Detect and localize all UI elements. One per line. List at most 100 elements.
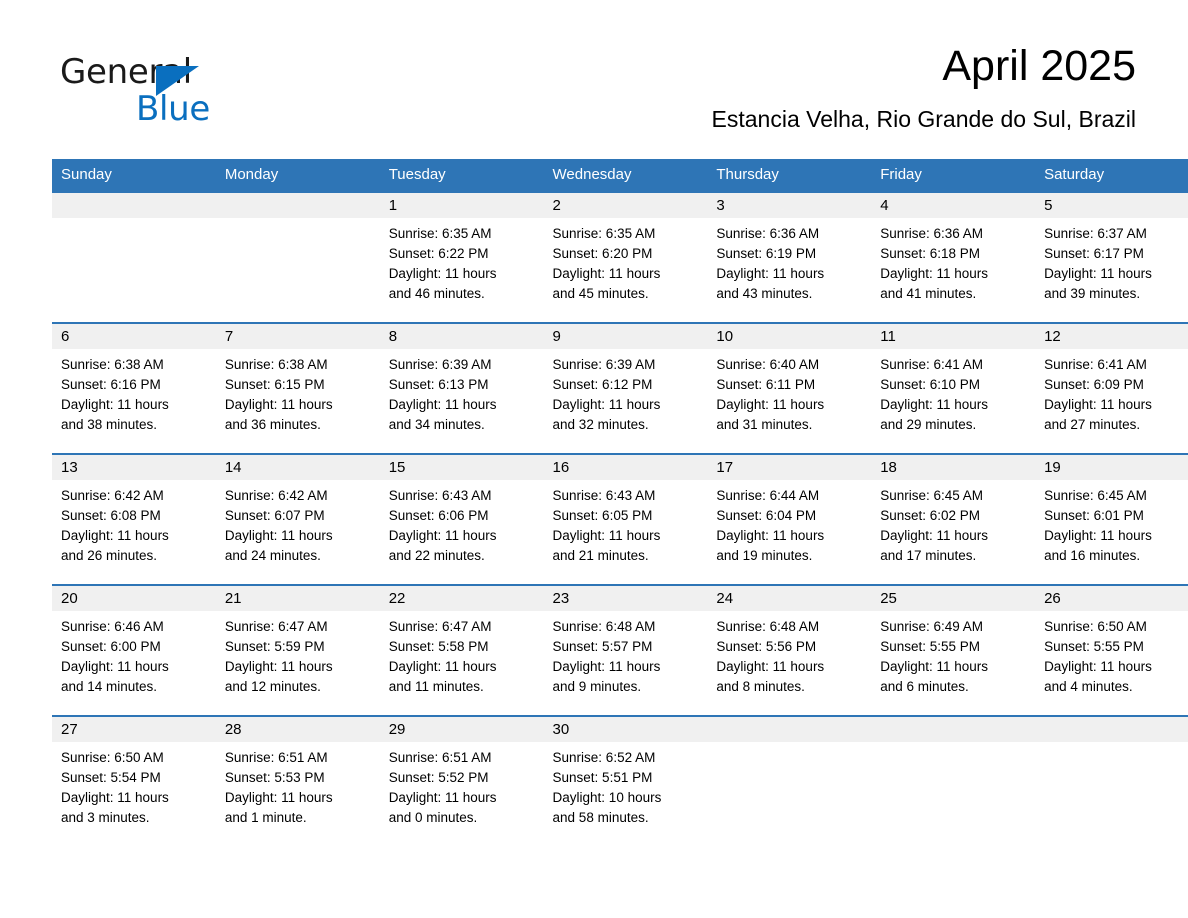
sun-times-line: and 21 minutes. [552,548,649,563]
sun-times-line: and 46 minutes. [388,286,485,301]
day-number-cell[interactable]: 28 [215,716,380,742]
day-number-cell[interactable]: 3 [707,192,872,218]
day-number-cell[interactable]: 4 [871,192,1036,218]
day-number-cell[interactable]: 9 [543,323,708,349]
day-number-cell[interactable]: 21 [215,585,380,611]
day-detail-cell[interactable]: Sunrise: 6:51 AM Sunset: 5:52 PM Daylight:… [379,742,544,846]
day-detail-cell[interactable]: Sunrise: 6:51 AM Sunset: 5:53 PM Daylight:… [215,742,380,846]
sun-times-line: Sunset: 6:01 PM [1044,508,1144,523]
sun-times-line: Daylight: 11 hours [880,397,989,412]
sun-times-line: and 31 minutes. [716,417,813,432]
day-number-cell[interactable]: 24 [707,585,872,611]
day-number-cell[interactable]: 6 [52,323,216,349]
day-number-cell[interactable]: 11 [871,323,1036,349]
day-detail-cell[interactable]: Sunrise: 6:42 AM Sunset: 6:08 PM Daylight:… [52,480,216,585]
day-number-cell[interactable]: 8 [379,323,544,349]
sun-times-line: Daylight: 11 hours [716,397,825,412]
day-number-cell[interactable]: 23 [543,585,708,611]
day-detail-cell[interactable]: Sunrise: 6:41 AM Sunset: 6:09 PM Daylight:… [1035,349,1188,454]
day-number-cell[interactable]: 17 [707,454,872,480]
day-detail-cell[interactable]: Sunrise: 6:48 AM Sunset: 5:56 PM Daylight:… [707,611,872,716]
sun-times-line: Daylight: 11 hours [1044,528,1152,543]
day-number-cell[interactable]: 26 [1035,585,1188,611]
sun-times-block: Sunrise: 6:35 AM Sunset: 6:20 PM Daylight:… [544,218,708,322]
day-detail-cell[interactable]: Sunrise: 6:39 AM Sunset: 6:12 PM Daylight:… [543,349,708,454]
page-subtitle: Estancia Velha, Rio Grande do Sul, Brazi… [711,106,1136,132]
day-number-cell[interactable]: 22 [379,585,544,611]
day-number: 29 [388,721,406,738]
day-detail-cell[interactable]: Sunrise: 6:47 AM Sunset: 5:59 PM Daylight:… [215,611,380,716]
weekday-header-tuesday: Tuesday [379,159,544,192]
day-detail-cell[interactable]: Sunrise: 6:45 AM Sunset: 6:02 PM Daylight:… [871,480,1036,585]
day-detail-cell[interactable]: Sunrise: 6:45 AM Sunset: 6:01 PM Daylight:… [1035,480,1188,585]
day-number: 15 [388,459,406,476]
day-number: 16 [552,459,570,476]
calendar-table: Sunday Monday Tuesday Wednesday Thursday Frid… [52,159,1188,846]
sun-times-line: Sunset: 5:57 PM [552,639,653,654]
day-number: 11 [880,328,896,345]
day-number: 9 [552,328,561,345]
weekday-header-monday: Monday [215,159,380,192]
day-detail-cell[interactable]: Sunrise: 6:43 AM Sunset: 6:06 PM Daylight:… [379,480,544,585]
day-number: 8 [388,328,398,345]
day-detail-cell[interactable]: Sunrise: 6:48 AM Sunset: 5:57 PM Daylight:… [543,611,708,716]
day-detail-cell[interactable]: Sunrise: 6:36 AM Sunset: 6:18 PM Daylight:… [871,218,1036,323]
day-number-cell[interactable]: 25 [871,585,1036,611]
day-number: 28 [224,721,242,738]
sun-times-line: Sunrise: 6:51 AM [388,750,492,765]
day-detail-cell[interactable]: Sunrise: 6:44 AM Sunset: 6:04 PM Daylight:… [707,480,872,585]
sun-times-line: Sunrise: 6:35 AM [388,226,492,241]
day-number-cell[interactable]: 29 [379,716,544,742]
day-number-cell[interactable]: 7 [215,323,380,349]
day-detail-cell[interactable]: Sunrise: 6:52 AM Sunset: 5:51 PM Daylight:… [543,742,708,846]
sun-times-line: and 58 minutes. [552,810,649,825]
day-detail-cell[interactable]: Sunrise: 6:43 AM Sunset: 6:05 PM Daylight:… [543,480,708,585]
day-detail-cell[interactable]: Sunrise: 6:47 AM Sunset: 5:58 PM Daylight:… [379,611,544,716]
day-number: 26 [1044,590,1061,607]
day-detail-cell[interactable]: Sunrise: 6:40 AM Sunset: 6:11 PM Daylight:… [707,349,872,454]
sun-times-line: Sunrise: 6:44 AM [716,488,820,503]
day-detail-cell[interactable]: Sunrise: 6:36 AM Sunset: 6:19 PM Daylight:… [707,218,872,323]
day-detail-cell[interactable]: Sunrise: 6:35 AM Sunset: 6:22 PM Daylight:… [379,218,544,323]
day-number-cell[interactable]: 1 [379,192,544,218]
day-detail-cell[interactable]: Sunrise: 6:35 AM Sunset: 6:20 PM Daylight:… [543,218,708,323]
sun-times-line: and 27 minutes. [1044,417,1141,432]
day-number-cell[interactable]: 5 [1035,192,1188,218]
day-detail-cell[interactable]: Sunrise: 6:46 AM Sunset: 6:00 PM Daylight:… [52,611,216,716]
day-number-cell[interactable]: 16 [543,454,708,480]
day-number-cell[interactable]: 10 [707,323,872,349]
day-detail-cell[interactable]: Sunrise: 6:50 AM Sunset: 5:54 PM Daylight:… [52,742,216,846]
day-number-cell[interactable]: 27 [52,716,216,742]
sun-times-line: and 26 minutes. [61,548,158,563]
day-number-cell[interactable]: 19 [1035,454,1188,480]
sun-times-block: Sunrise: 6:42 AM Sunset: 6:07 PM Daylight:… [216,480,380,584]
general-blue-logo[interactable]: General Blue [60,52,260,132]
day-detail-cell[interactable]: Sunrise: 6:38 AM Sunset: 6:15 PM Daylight:… [215,349,380,454]
sun-times-line: and 39 minutes. [1044,286,1141,301]
day-number-cell[interactable]: 15 [379,454,544,480]
empty-block [216,218,380,322]
sun-times-line: and 24 minutes. [224,548,321,563]
day-detail-cell[interactable]: Sunrise: 6:38 AM Sunset: 6:16 PM Daylight:… [52,349,216,454]
sun-times-line: Sunset: 6:07 PM [224,508,325,523]
day-detail-cell[interactable]: Sunrise: 6:50 AM Sunset: 5:55 PM Daylight:… [1035,611,1188,716]
empty-block [52,218,216,322]
day-number-cell[interactable]: 18 [871,454,1036,480]
day-detail-cell[interactable]: Sunrise: 6:39 AM Sunset: 6:13 PM Daylight:… [379,349,544,454]
day-detail-cell[interactable]: Sunrise: 6:42 AM Sunset: 6:07 PM Daylight:… [215,480,380,585]
sun-times-block: Sunrise: 6:35 AM Sunset: 6:22 PM Daylight:… [380,218,544,322]
day-number-cell[interactable]: 30 [543,716,708,742]
day-number-cell[interactable]: 14 [215,454,380,480]
sun-times-line: and 34 minutes. [388,417,485,432]
sun-times-line: Sunset: 6:08 PM [61,508,161,523]
day-number-cell[interactable]: 13 [52,454,216,480]
day-number-cell[interactable]: 12 [1035,323,1188,349]
day-number-cell[interactable]: 2 [543,192,708,218]
day-detail-cell[interactable]: Sunrise: 6:49 AM Sunset: 5:55 PM Daylight:… [871,611,1036,716]
sun-times-line: Daylight: 11 hours [716,266,825,281]
day-detail-cell[interactable]: Sunrise: 6:37 AM Sunset: 6:17 PM Daylight:… [1035,218,1188,323]
sun-times-line: and 8 minutes. [716,679,805,694]
sun-times-line: Sunset: 6:13 PM [388,377,489,392]
day-detail-cell[interactable]: Sunrise: 6:41 AM Sunset: 6:10 PM Daylight:… [871,349,1036,454]
day-number-cell[interactable]: 20 [52,585,216,611]
